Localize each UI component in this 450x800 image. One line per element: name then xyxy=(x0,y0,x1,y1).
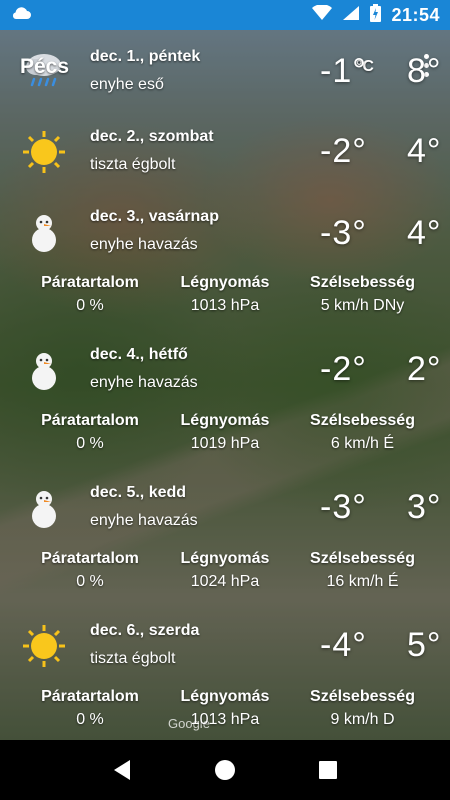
sun-icon xyxy=(22,130,66,174)
pressure-label: Légnyomás xyxy=(180,274,270,291)
pressure-label: Légnyomás xyxy=(180,412,270,429)
forecast-condition: enyhe havazás xyxy=(90,236,198,253)
min-temperature: -4° xyxy=(320,626,367,664)
forecast-date: dec. 3., vasárnap xyxy=(90,208,219,225)
forecast-condition: tiszta égbolt xyxy=(90,156,176,173)
forecast-condition: enyhe havazás xyxy=(90,512,198,529)
max-temperature: 4° xyxy=(407,132,442,170)
min-temperature: -1° xyxy=(320,52,367,90)
max-temperature: 2° xyxy=(407,350,442,388)
forecast-date: dec. 6., szerda xyxy=(90,622,200,639)
forecast-details: Páratartalom 0 % Légnyomás 1019 hPa Szélse… xyxy=(0,412,450,456)
wind-label: Szélsebesség xyxy=(310,412,415,429)
recents-icon[interactable] xyxy=(314,756,342,784)
battery-charging-icon xyxy=(370,3,382,27)
forecast-condition: enyhe eső xyxy=(90,76,164,93)
pressure-value: 1024 hPa xyxy=(190,573,260,590)
forecast-details: Páratartalom 0 % Légnyomás 1013 hPa Szélse… xyxy=(0,274,450,318)
max-temperature: 5° xyxy=(407,626,442,664)
min-temperature: -2° xyxy=(320,132,367,170)
pressure-value: 1013 hPa xyxy=(190,297,260,314)
forecast-details: Páratartalom 0 % Légnyomás 1024 hPa Szélse… xyxy=(0,550,450,594)
humidity-label: Páratartalom xyxy=(41,412,139,429)
humidity-value: 0 % xyxy=(76,711,104,728)
min-temperature: -3° xyxy=(320,214,367,252)
city-background-photo xyxy=(0,30,450,740)
status-bar: 21:54 xyxy=(0,0,450,30)
city-name[interactable]: Pécs xyxy=(20,55,69,79)
signal-icon xyxy=(342,5,360,26)
wind-value: 6 km/h É xyxy=(330,435,395,452)
humidity-label: Páratartalom xyxy=(41,550,139,567)
snowman-icon xyxy=(22,486,66,530)
clock: 21:54 xyxy=(391,4,440,25)
navigation-bar xyxy=(0,740,450,800)
wind-value: 16 km/h É xyxy=(326,573,399,590)
forecast-condition: tiszta égbolt xyxy=(90,650,176,667)
snowman-icon xyxy=(22,348,66,392)
wind-value: 5 km/h DNy xyxy=(320,297,405,314)
humidity-value: 0 % xyxy=(76,435,104,452)
wifi-icon xyxy=(312,3,333,26)
humidity-value: 0 % xyxy=(76,297,104,314)
wind-label: Szélsebesség xyxy=(310,274,415,291)
pressure-label: Légnyomás xyxy=(180,550,270,567)
min-temperature: -3° xyxy=(320,488,367,526)
max-temperature: 3° xyxy=(407,488,442,526)
wind-label: Szélsebesség xyxy=(310,688,415,705)
cloud-notification-icon xyxy=(10,5,32,26)
wind-label: Szélsebesség xyxy=(310,550,415,567)
pressure-value: 1019 hPa xyxy=(190,435,260,452)
max-temperature: 8° xyxy=(407,52,442,90)
humidity-label: Páratartalom xyxy=(41,688,139,705)
home-icon[interactable] xyxy=(211,756,239,784)
pressure-label: Légnyomás xyxy=(180,688,270,705)
min-temperature: -2° xyxy=(320,350,367,388)
forecast-date: dec. 1., péntek xyxy=(90,48,201,65)
wind-value: 9 km/h D xyxy=(330,711,395,728)
pressure-value: 1013 hPa xyxy=(190,711,260,728)
forecast-date: dec. 5., kedd xyxy=(90,484,187,501)
max-temperature: 4° xyxy=(407,214,442,252)
forecast-condition: enyhe havazás xyxy=(90,374,198,391)
humidity-value: 0 % xyxy=(76,573,104,590)
forecast-details: Páratartalom 0 % Légnyomás 1013 hPa Szélse… xyxy=(0,688,450,732)
forecast-date: dec. 2., szombat xyxy=(90,128,214,145)
humidity-label: Páratartalom xyxy=(41,274,139,291)
forecast-date: dec. 4., hétfő xyxy=(90,346,188,363)
snowman-icon xyxy=(22,210,66,254)
sun-icon xyxy=(22,624,66,668)
back-icon[interactable] xyxy=(108,756,136,784)
